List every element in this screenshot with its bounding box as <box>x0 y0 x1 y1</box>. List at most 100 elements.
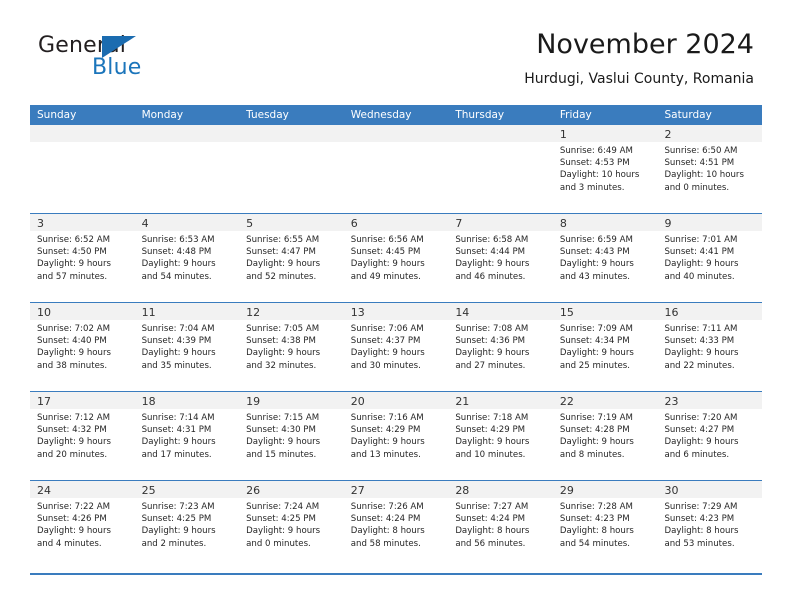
week-row: 17 Sunrise: 7:12 AM Sunset: 4:32 PM Dayl… <box>30 391 763 480</box>
day-cell[interactable]: 19 Sunrise: 7:15 AM Sunset: 4:30 PM Dayl… <box>239 392 344 480</box>
week-row: 24 Sunrise: 7:22 AM Sunset: 4:26 PM Dayl… <box>30 480 763 569</box>
day-cell[interactable]: 6 Sunrise: 6:56 AM Sunset: 4:45 PM Dayli… <box>343 214 449 302</box>
day-cell[interactable]: 15 Sunrise: 7:09 AM Sunset: 4:34 PM Dayl… <box>552 303 658 391</box>
day-number-band <box>30 125 135 142</box>
day-cell[interactable]: 29 Sunrise: 7:28 AM Sunset: 4:23 PM Dayl… <box>552 481 658 569</box>
day-cell[interactable]: 18 Sunrise: 7:14 AM Sunset: 4:31 PM Dayl… <box>134 392 240 480</box>
day-number: 4 <box>141 217 149 230</box>
daylight-text-line1: Daylight: 9 hours <box>37 526 112 537</box>
weekday-thursday: Thursday <box>455 109 505 121</box>
day-cell <box>343 125 449 213</box>
daylight-text-line2: and 20 minutes. <box>37 449 108 460</box>
daylight-text-line2: and 15 minutes. <box>246 449 317 460</box>
day-number <box>30 128 37 141</box>
sunset-text: Sunset: 4:47 PM <box>246 247 316 258</box>
day-number-band: 24 <box>30 481 135 498</box>
daylight-text-line2: and 8 minutes. <box>559 449 625 460</box>
day-cell[interactable]: 13 Sunrise: 7:06 AM Sunset: 4:37 PM Dayl… <box>343 303 449 391</box>
day-number-band: 16 <box>657 303 763 320</box>
day-body: Sunrise: 7:09 AM Sunset: 4:34 PM Dayligh… <box>553 320 658 372</box>
weekday-header-row: Sunday Monday Tuesday Wednesday Thursday… <box>30 105 762 125</box>
day-cell[interactable]: 30 Sunrise: 7:29 AM Sunset: 4:23 PM Dayl… <box>657 481 763 569</box>
day-number: 18 <box>141 395 156 408</box>
week-row: 10 Sunrise: 7:02 AM Sunset: 4:40 PM Dayl… <box>30 302 763 391</box>
day-cell[interactable]: 5 Sunrise: 6:55 AM Sunset: 4:47 PM Dayli… <box>239 214 344 302</box>
sunset-text: Sunset: 4:44 PM <box>455 247 526 258</box>
sunset-text: Sunset: 4:34 PM <box>559 336 630 347</box>
sunrise-text: Sunrise: 7:29 AM <box>664 502 738 512</box>
day-cell[interactable]: 16 Sunrise: 7:11 AM Sunset: 4:33 PM Dayl… <box>657 303 763 391</box>
day-number: 13 <box>350 306 365 319</box>
day-number: 16 <box>664 306 679 319</box>
day-cell[interactable]: 14 Sunrise: 7:08 AM Sunset: 4:36 PM Dayl… <box>448 303 553 391</box>
sunrise-text: Sunrise: 7:11 AM <box>664 324 738 334</box>
day-cell[interactable]: 22 Sunrise: 7:19 AM Sunset: 4:28 PM Dayl… <box>552 392 658 480</box>
day-number-band <box>134 125 240 142</box>
day-number: 14 <box>455 306 470 319</box>
logo-text-blue: Blue <box>92 55 142 80</box>
sunset-text: Sunset: 4:24 PM <box>455 514 526 525</box>
sunset-text: Sunset: 4:25 PM <box>141 514 212 525</box>
day-cell[interactable]: 4 Sunrise: 6:53 AM Sunset: 4:48 PM Dayli… <box>134 214 240 302</box>
day-cell[interactable]: 21 Sunrise: 7:18 AM Sunset: 4:29 PM Dayl… <box>448 392 553 480</box>
weekday-wednesday: Wednesday <box>350 109 412 121</box>
sunset-text: Sunset: 4:23 PM <box>559 514 630 525</box>
sunrise-text: Sunrise: 6:50 AM <box>664 146 738 156</box>
day-body: Sunrise: 7:19 AM Sunset: 4:28 PM Dayligh… <box>553 409 658 461</box>
day-cell[interactable]: 17 Sunrise: 7:12 AM Sunset: 4:32 PM Dayl… <box>30 392 135 480</box>
day-number: 15 <box>559 306 574 319</box>
day-body <box>239 142 344 145</box>
day-number: 24 <box>37 484 51 497</box>
day-number: 26 <box>246 484 261 497</box>
sunrise-text: Sunrise: 7:20 AM <box>664 413 738 423</box>
day-cell[interactable]: 28 Sunrise: 7:27 AM Sunset: 4:24 PM Dayl… <box>448 481 553 569</box>
day-body: Sunrise: 7:28 AM Sunset: 4:23 PM Dayligh… <box>553 498 658 550</box>
day-number-band: 26 <box>239 481 344 498</box>
day-number-band: 13 <box>343 303 449 320</box>
general-blue-logo[interactable]: General Blue <box>30 33 220 83</box>
sunrise-text: Sunrise: 6:53 AM <box>141 235 215 245</box>
day-number-band <box>239 125 344 142</box>
day-number: 11 <box>141 306 156 319</box>
day-body: Sunrise: 7:29 AM Sunset: 4:23 PM Dayligh… <box>657 498 762 550</box>
day-number: 20 <box>350 395 365 408</box>
day-body: Sunrise: 6:58 AM Sunset: 4:44 PM Dayligh… <box>448 231 553 283</box>
sunset-text: Sunset: 4:45 PM <box>350 247 421 258</box>
sunset-text: Sunset: 4:26 PM <box>37 514 107 525</box>
sunrise-text: Sunrise: 7:08 AM <box>455 324 529 334</box>
day-cell[interactable]: 8 Sunrise: 6:59 AM Sunset: 4:43 PM Dayli… <box>552 214 658 302</box>
sunrise-text: Sunrise: 7:06 AM <box>350 324 424 334</box>
day-number <box>344 128 351 141</box>
day-cell[interactable]: 11 Sunrise: 7:04 AM Sunset: 4:39 PM Dayl… <box>134 303 240 391</box>
day-number-band: 4 <box>134 214 240 231</box>
day-cell[interactable]: 27 Sunrise: 7:26 AM Sunset: 4:24 PM Dayl… <box>343 481 449 569</box>
sunset-text: Sunset: 4:25 PM <box>246 514 316 525</box>
day-body: Sunrise: 7:16 AM Sunset: 4:29 PM Dayligh… <box>344 409 449 461</box>
day-cell[interactable]: 24 Sunrise: 7:22 AM Sunset: 4:26 PM Dayl… <box>30 481 135 569</box>
day-cell[interactable]: 7 Sunrise: 6:58 AM Sunset: 4:44 PM Dayli… <box>448 214 553 302</box>
daylight-text-line1: Daylight: 9 hours <box>141 259 216 270</box>
day-cell[interactable]: 23 Sunrise: 7:20 AM Sunset: 4:27 PM Dayl… <box>657 392 763 480</box>
day-cell[interactable]: 9 Sunrise: 7:01 AM Sunset: 4:41 PM Dayli… <box>657 214 763 302</box>
day-cell[interactable]: 3 Sunrise: 6:52 AM Sunset: 4:50 PM Dayli… <box>30 214 135 302</box>
sunrise-text: Sunrise: 7:19 AM <box>559 413 633 423</box>
daylight-text-line1: Daylight: 8 hours <box>664 526 739 537</box>
day-cell[interactable]: 12 Sunrise: 7:05 AM Sunset: 4:38 PM Dayl… <box>239 303 344 391</box>
day-number: 7 <box>455 217 463 230</box>
sunrise-text: Sunrise: 7:09 AM <box>559 324 633 334</box>
day-body: Sunrise: 6:50 AM Sunset: 4:51 PM Dayligh… <box>657 142 762 194</box>
daylight-text-line1: Daylight: 9 hours <box>246 526 321 537</box>
sunrise-text: Sunrise: 6:52 AM <box>37 235 110 245</box>
day-cell[interactable]: 2 Sunrise: 6:50 AM Sunset: 4:51 PM Dayli… <box>657 125 763 213</box>
sunset-text: Sunset: 4:43 PM <box>559 247 630 258</box>
day-cell[interactable]: 1 Sunrise: 6:49 AM Sunset: 4:53 PM Dayli… <box>552 125 658 213</box>
day-body: Sunrise: 7:11 AM Sunset: 4:33 PM Dayligh… <box>657 320 762 372</box>
day-number-band: 28 <box>448 481 553 498</box>
day-cell[interactable]: 26 Sunrise: 7:24 AM Sunset: 4:25 PM Dayl… <box>239 481 344 569</box>
day-cell[interactable]: 10 Sunrise: 7:02 AM Sunset: 4:40 PM Dayl… <box>30 303 135 391</box>
weekday-saturday: Saturday <box>664 109 712 121</box>
day-cell[interactable]: 20 Sunrise: 7:16 AM Sunset: 4:29 PM Dayl… <box>343 392 449 480</box>
day-cell[interactable]: 25 Sunrise: 7:23 AM Sunset: 4:25 PM Dayl… <box>134 481 240 569</box>
daylight-text-line2: and 0 minutes. <box>246 538 311 549</box>
day-number-band: 19 <box>239 392 344 409</box>
